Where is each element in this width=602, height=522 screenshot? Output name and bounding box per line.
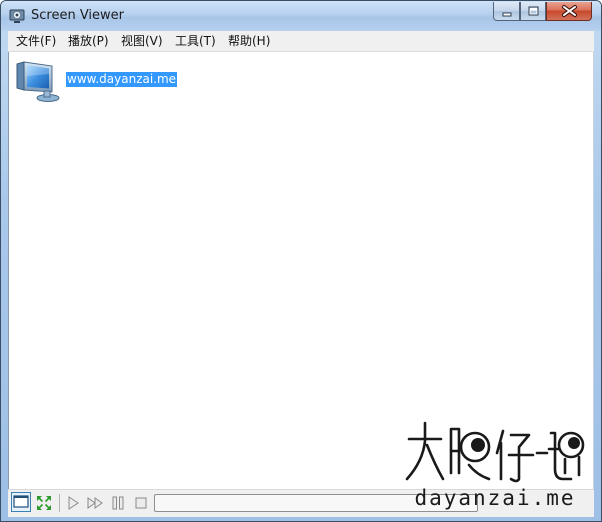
minimize-button[interactable]	[493, 2, 520, 21]
menu-help[interactable]: 帮助(H)	[223, 31, 275, 51]
close-button[interactable]	[546, 2, 592, 21]
maximize-icon	[528, 6, 539, 16]
fast-forward-button[interactable]	[85, 493, 105, 513]
menu-file[interactable]: 文件(F)	[11, 31, 61, 51]
window-title: Screen Viewer	[31, 8, 125, 23]
stop-icon	[135, 497, 147, 509]
menu-play[interactable]: 播放(P)	[63, 31, 114, 51]
fullscreen-icon	[37, 496, 51, 510]
close-icon	[562, 5, 577, 17]
play-icon	[68, 496, 79, 510]
list-item-label[interactable]: www.dayanzai.me	[66, 72, 178, 87]
window-view-icon	[13, 495, 29, 508]
menu-bar: 文件(F) 播放(P) 视图(V) 工具(T) 帮助(H)	[8, 31, 594, 52]
play-button[interactable]	[63, 493, 83, 513]
screen-viewer-icon[interactable]	[9, 8, 25, 24]
pause-icon	[112, 496, 124, 510]
menu-tools[interactable]: 工具(T)	[170, 31, 221, 51]
fast-forward-icon	[87, 497, 103, 509]
window-view-button[interactable]	[11, 492, 31, 512]
minimize-icon	[502, 12, 512, 17]
title-bar[interactable]: Screen Viewer	[1, 1, 601, 31]
toolbar-separator	[59, 494, 60, 512]
maximize-button[interactable]	[520, 2, 546, 21]
fullscreen-button[interactable]	[34, 493, 54, 513]
pause-button[interactable]	[108, 493, 128, 513]
menu-view[interactable]: 视图(V)	[116, 31, 168, 51]
app-window: Screen Viewer 文件(F) 播放(P) 视图(V) 工具(T) 帮助…	[0, 0, 602, 522]
svg-text:dayanzai.me: dayanzai.me	[414, 486, 575, 510]
computer-monitor-icon	[16, 61, 60, 102]
stop-button[interactable]	[131, 493, 151, 513]
dayanzai-watermark-logo: dayanzai.me	[405, 421, 585, 510]
